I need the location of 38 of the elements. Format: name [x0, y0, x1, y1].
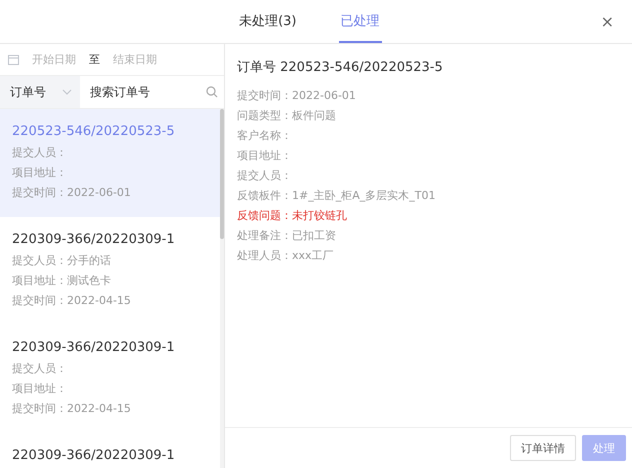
order-number: 220309-366/20220309-1	[12, 339, 176, 357]
date-separator: 至	[89, 52, 100, 67]
order-list-item[interactable]: 220309-366/20220309-1	[0, 433, 220, 468]
order-number: 220523-546/20220523-5	[12, 123, 176, 141]
detail-field: 提交时间：2022-06-01	[237, 86, 620, 106]
detail-field: 反馈问题：未打铰链孔	[237, 206, 620, 226]
order-field: 提交时间：2022-04-15	[12, 399, 210, 419]
order-field: 提交人员：	[12, 359, 210, 379]
filter-dropdown[interactable]: 订单号	[0, 76, 80, 108]
order-field: 提交时间：2022-04-15	[12, 291, 210, 311]
chevron-down-icon[interactable]	[62, 89, 72, 95]
tab[interactable]: 已处理	[338, 0, 382, 43]
detail-field: 问题类型：板件问题	[237, 106, 620, 126]
order-field: 提交时间：2022-06-01	[12, 183, 210, 203]
order-number: 220309-366/20220309-1	[12, 447, 176, 465]
calendar-icon	[8, 54, 19, 65]
detail-field: 处理备注：已扣工资	[237, 226, 620, 246]
detail-field: 反馈板件：1#_主卧_柜A_多层实木_T01	[237, 186, 620, 206]
order-list-item[interactable]: 220309-366/20220309-1 提交人员：分手的话 项目地址：测试色卡 提交时间：2022-04-15	[0, 217, 220, 325]
filter-label: 订单号	[10, 84, 46, 100]
detail-field: 处理人员：xxx工厂	[237, 246, 620, 266]
order-field: 项目地址：测试色卡	[12, 271, 210, 291]
order-list-item[interactable]: 220309-366/20220309-1 提交人员： 项目地址： 提交时间：2022-04-15	[0, 325, 220, 433]
close-button[interactable]: ×	[594, 11, 620, 32]
detail-field: 客户名称：	[237, 126, 620, 146]
search-icon[interactable]	[206, 86, 218, 98]
details-button[interactable]: 订单详情	[510, 435, 576, 461]
order-field: 提交人员：	[12, 143, 210, 163]
order-field: 项目地址：	[12, 163, 210, 183]
order-number: 220309-366/20220309-1	[12, 231, 176, 249]
detail-field: 项目地址：	[237, 146, 620, 166]
order-field: 项目地址：	[12, 379, 210, 399]
order-field: 提交人员：分手的话	[12, 251, 210, 271]
detail-title: 订单号 220523-546/20220523-5	[237, 59, 444, 76]
search-field[interactable]: 搜索订单号	[80, 84, 206, 100]
detail-field: 提交人员：	[237, 166, 620, 186]
tab[interactable]: 未处理(3)	[237, 0, 298, 43]
scrollbar-thumb[interactable]	[220, 109, 224, 239]
